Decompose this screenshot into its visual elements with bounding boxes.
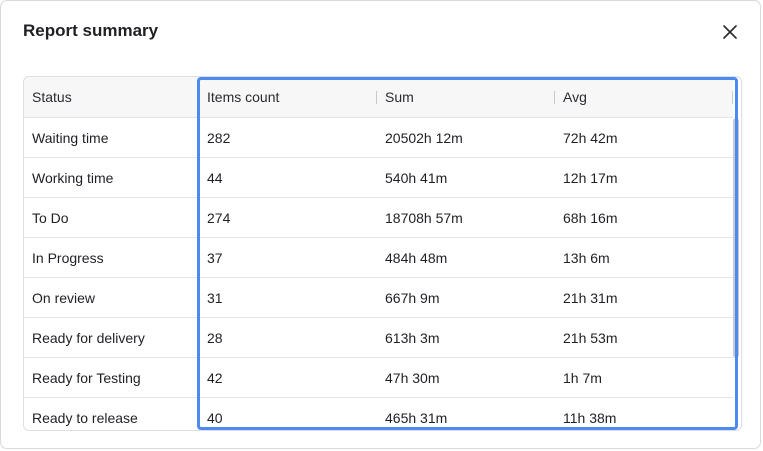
column-header-sum[interactable]: Sum — [377, 77, 555, 118]
summary-table: Status Items count Sum Avg Waiting time … — [24, 77, 733, 430]
cell-status: In Progress — [24, 237, 199, 278]
cell-sum: 613h 3m — [377, 317, 555, 358]
table-row: To Do 274 18708h 57m 68h 16m — [24, 197, 733, 238]
summary-table-container[interactable]: Status Items count Sum Avg Waiting time … — [23, 76, 742, 431]
cell-sum: 18708h 57m — [377, 197, 555, 238]
cell-avg: 1h 7m — [555, 357, 733, 398]
table-row: Ready for delivery 28 613h 3m 21h 53m — [24, 317, 733, 358]
cell-sum: 540h 41m — [377, 157, 555, 198]
cell-status: Waiting time — [24, 117, 199, 158]
cell-avg: 13h 6m — [555, 237, 733, 278]
table-row: Ready for Testing 42 47h 30m 1h 7m — [24, 357, 733, 398]
close-icon — [723, 25, 737, 39]
cell-status: Working time — [24, 157, 199, 198]
table-row: Ready to release 40 465h 31m 11h 38m — [24, 397, 733, 430]
table-row: Waiting time 282 20502h 12m 72h 42m — [24, 117, 733, 158]
cell-status: Ready to release — [24, 397, 199, 430]
cell-avg: 21h 53m — [555, 317, 733, 358]
column-header-avg[interactable]: Avg — [555, 77, 733, 118]
cell-items-count: 37 — [198, 237, 377, 278]
dialog-title: Report summary — [23, 21, 159, 40]
table-row: In Progress 37 484h 48m 13h 6m — [24, 237, 733, 278]
close-button[interactable] — [715, 19, 745, 45]
table-row: Working time 44 540h 41m 12h 17m — [24, 157, 733, 198]
table-header-row: Status Items count Sum Avg — [24, 77, 733, 118]
cell-avg: 11h 38m — [555, 397, 733, 430]
column-header-avg-label: Avg — [563, 89, 587, 105]
cell-items-count: 42 — [198, 357, 377, 398]
cell-status: Ready for Testing — [24, 357, 199, 398]
cell-items-count: 31 — [198, 277, 377, 318]
column-header-items-count[interactable]: Items count — [198, 77, 377, 118]
cell-sum: 484h 48m — [377, 237, 555, 278]
cell-avg: 21h 31m — [555, 277, 733, 318]
table-row: On review 31 667h 9m 21h 31m — [24, 277, 733, 318]
cell-avg: 12h 17m — [555, 157, 733, 198]
cell-avg: 68h 16m — [555, 197, 733, 238]
column-header-status-label: Status — [32, 89, 72, 105]
cell-status: To Do — [24, 197, 199, 238]
cell-status: Ready for delivery — [24, 317, 199, 358]
cell-sum: 20502h 12m — [377, 117, 555, 158]
cell-items-count: 274 — [198, 197, 377, 238]
column-header-status[interactable]: Status — [24, 77, 199, 118]
report-summary-dialog: Report summary Status Items count Sum Av… — [1, 1, 760, 448]
cell-items-count: 44 — [198, 157, 377, 198]
cell-avg: 72h 42m — [555, 117, 733, 158]
table-scrollbar[interactable] — [733, 118, 739, 358]
cell-status: On review — [24, 277, 199, 318]
cell-sum: 465h 31m — [377, 397, 555, 430]
cell-items-count: 40 — [198, 397, 377, 430]
column-resize-handle[interactable] — [732, 91, 733, 104]
cell-sum: 47h 30m — [377, 357, 555, 398]
column-header-sum-label: Sum — [385, 89, 414, 105]
cell-items-count: 28 — [198, 317, 377, 358]
cell-sum: 667h 9m — [377, 277, 555, 318]
cell-items-count: 282 — [198, 117, 377, 158]
column-header-items-count-label: Items count — [207, 89, 280, 105]
